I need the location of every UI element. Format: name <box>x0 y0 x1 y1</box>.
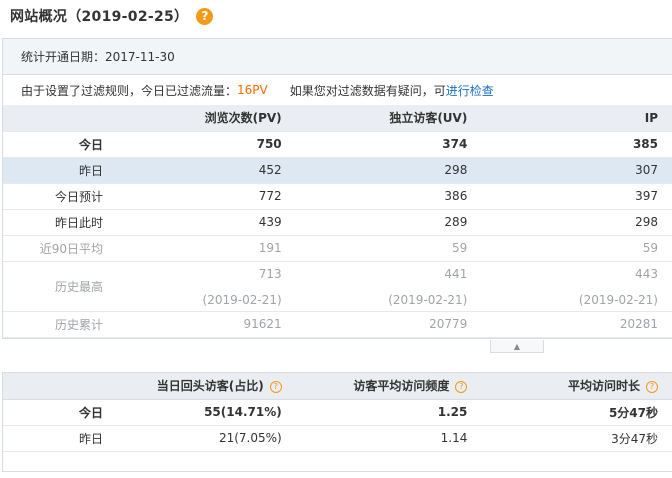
table-row: 今日预计 772 386 397 <box>3 183 672 210</box>
uv-value: 20779 <box>295 311 482 338</box>
col-header-duration: 平均访问时长? <box>481 373 672 400</box>
duration-value: 3分47秒 <box>481 425 672 452</box>
uv-value: 374 <box>295 131 482 158</box>
table-row: 近90日平均 191 59 59 <box>3 235 672 262</box>
pv-peak-date: (2019-02-21) <box>202 292 282 307</box>
frequency-value: 1.25 <box>295 399 482 426</box>
ip-value: 307 <box>481 157 672 184</box>
visitor-table: 当日回头访客(占比)? 访客平均访问频度? 平均访问时长? 今日 55(14.7… <box>3 373 672 452</box>
col-header-frequency: 访客平均访问频度? <box>295 373 482 400</box>
uv-value: 289 <box>295 209 482 236</box>
table-row: 昨日此时 439 289 298 <box>3 209 672 236</box>
filter-text: 由于设置了过滤规则，今日已过滤流量： <box>21 83 238 98</box>
frequency-value: 1.14 <box>295 425 482 452</box>
uv-value: 59 <box>295 235 482 262</box>
pv-value: 91621 <box>103 311 296 338</box>
return-value: 55(14.71%) <box>103 399 296 426</box>
duration-value: 5分47秒 <box>481 399 672 426</box>
ip-value: 443 (2019-02-21) <box>481 261 672 312</box>
help-icon[interactable]: ? <box>269 380 282 393</box>
uv-value: 298 <box>295 157 482 184</box>
col-header-ip[interactable]: IP <box>481 105 672 132</box>
ip-value: 20281 <box>481 311 672 338</box>
row-label: 今日 <box>78 137 103 152</box>
table-row: 昨日 21(7.05%) 1.14 3分47秒 <box>3 425 672 452</box>
pv-value: 772 <box>103 183 296 210</box>
ip-value: 397 <box>481 183 672 210</box>
page-title: 网站概况（2019-02-25） <box>10 9 189 25</box>
pv-value: 439 <box>103 209 296 236</box>
row-label: 昨日 <box>78 431 103 446</box>
row-label: 昨日 <box>78 163 103 178</box>
ip-value: 298 <box>481 209 672 236</box>
help-icon[interactable]: ? <box>455 380 468 393</box>
col-header-uv[interactable]: 独立访客(UV) <box>295 105 482 132</box>
visitor-header-row: 当日回头访客(占比)? 访客平均访问频度? 平均访问时长? <box>3 373 672 400</box>
page-header: 网站概况（2019-02-25） ? <box>0 0 672 32</box>
collapse-toggle[interactable]: ▲ <box>490 340 544 353</box>
visitor-panel: 当日回头访客(占比)? 访客平均访问频度? 平均访问时长? 今日 55(14.7… <box>2 372 672 472</box>
table-row: 历史累计 91621 20779 20281 <box>3 311 672 338</box>
pv-value: 750 <box>103 131 296 158</box>
overview-table: 浏览次数(PV) 独立访客(UV) IP 今日 750 374 385 昨日 4… <box>3 105 672 338</box>
help-icon[interactable]: ? <box>196 7 214 25</box>
row-label: 近90日平均 <box>39 241 103 256</box>
col-header-pv[interactable]: 浏览次数(PV) <box>103 105 296 132</box>
check-link[interactable]: 进行检查 <box>446 82 494 99</box>
table-row: 今日 750 374 385 <box>3 131 672 158</box>
filtered-count: 16PV <box>237 83 268 97</box>
ip-value: 385 <box>481 131 672 158</box>
pv-value: 452 <box>103 157 296 184</box>
uv-value: 441 (2019-02-21) <box>295 261 482 312</box>
pv-value: 191 <box>103 235 296 262</box>
filter-question-text: 如果您对过滤数据有疑问，可 <box>289 83 446 98</box>
return-value: 21(7.05%) <box>103 425 296 452</box>
ip-peak: 443 <box>635 266 658 281</box>
uv-peak: 441 <box>444 266 468 281</box>
row-label: 今日 <box>78 405 103 420</box>
col-header-label <box>3 105 103 132</box>
chevron-up-icon: ▲ <box>513 341 521 351</box>
col-header-return: 当日回头访客(占比)? <box>103 373 296 400</box>
row-label: 今日预计 <box>54 189 103 204</box>
col-header-label <box>3 373 103 400</box>
uv-peak-date: (2019-02-21) <box>388 292 468 307</box>
row-label: 历史累计 <box>54 317 103 332</box>
ip-peak-date: (2019-02-21) <box>578 292 658 307</box>
ip-value: 59 <box>481 235 672 262</box>
help-icon[interactable]: ? <box>646 380 658 393</box>
filter-notice: 由于设置了过滤规则，今日已过滤流量： 16PV 如果您对过滤数据有疑问，可 进行… <box>3 75 672 105</box>
overview-panel: 统计开通日期：2017-11-30 由于设置了过滤规则，今日已过滤流量： 16P… <box>2 38 672 339</box>
pv-value: 713 (2019-02-21) <box>103 261 296 312</box>
table-row: 历史最高 713 (2019-02-21) 441 (2019-02-21) 4… <box>3 261 672 312</box>
overview-header-row: 浏览次数(PV) 独立访客(UV) IP <box>3 105 672 132</box>
table-row: 昨日 452 298 307 <box>3 157 672 184</box>
pv-peak: 713 <box>258 266 282 281</box>
row-label: 历史最高 <box>54 279 103 294</box>
table-row: 今日 55(14.71%) 1.25 5分47秒 <box>3 399 672 426</box>
row-label: 昨日此时 <box>54 215 103 230</box>
open-date: 统计开通日期：2017-11-30 <box>3 39 672 75</box>
uv-value: 386 <box>295 183 482 210</box>
